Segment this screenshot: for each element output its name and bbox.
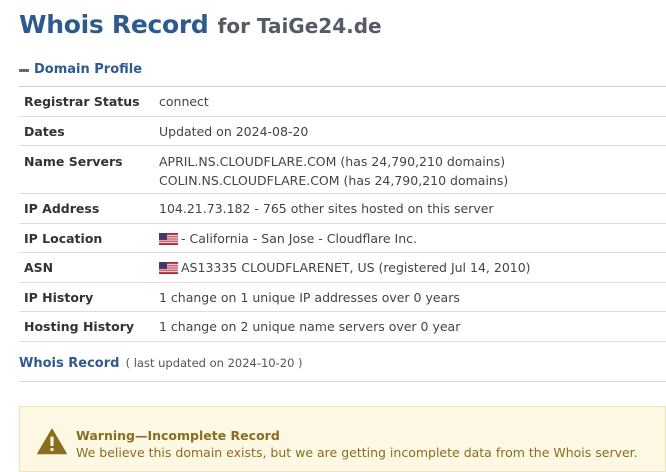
ip-location-text: - California - San Jose - Cloudflare Inc… [181,231,418,246]
page-title-domain: for TaiGe24.de [217,14,382,38]
row-value: 1 change on 2 unique name servers over 0… [159,317,460,341]
row-value: APRIL.NS.CLOUDFLARE.COM (has 24,790,210 … [159,152,508,193]
row-value-line: Updated on 2024-08-20 [159,124,309,139]
row-label: IP History [24,290,94,305]
warning-triangle-icon [37,428,67,455]
row-value-line: connect [159,94,209,109]
row-label: IP Location [24,231,103,246]
domain-profile-table: Registrar Status connect Dates Updated o… [19,86,666,342]
row-value: connect [159,92,209,116]
row-value: Updated on 2024-08-20 [159,122,308,145]
us-flag-icon [159,232,178,245]
incomplete-record-warning: Warning—Incomplete Record We believe thi… [19,406,666,472]
warning-text: Warning—Incomplete Record We believe thi… [76,427,638,461]
domain-profile-toggle[interactable]: Domain Profile [19,62,142,77]
asn-text: AS13335 CLOUDFLARENET, US (registered Ju… [181,260,531,275]
row-value: AS13335 CLOUDFLARENET, US (registered Ju… [159,258,531,282]
row-value-line: AS13335 CLOUDFLARENET, US (registered Ju… [159,258,531,277]
domain-profile-title: Domain Profile [34,62,143,77]
row-label: IP Address [24,201,100,216]
table-row: IP History 1 change on 1 unique IP addre… [19,283,666,312]
divider [19,381,666,382]
table-row: Hosting History 1 change on 2 unique nam… [19,312,666,342]
ip-history-link[interactable]: 1 change on 1 unique IP addresses over 0… [159,288,460,307]
whois-record-title: Whois Record [19,356,120,371]
row-label: Name Servers [24,154,123,169]
warning-title: Warning—Incomplete Record [76,428,280,443]
name-server-link[interactable]: COLIN.NS.CLOUDFLARE.COM (has 24,790,210 … [159,171,508,190]
table-row: IP Address 104.21.73.182 - 765 other sit… [19,194,666,224]
row-label: Dates [24,124,65,139]
ip-address-link[interactable]: 104.21.73.182 - 765 other sites hosted o… [159,199,494,218]
hosting-history-link[interactable]: 1 change on 2 unique name servers over 0… [159,317,460,336]
page-title: Whois Record for TaiGe24.de [19,10,382,39]
row-label: Registrar Status [24,94,140,109]
collapse-icon[interactable] [19,68,29,72]
warning-message: We believe this domain exists, but we ar… [76,445,638,460]
row-label: Hosting History [24,319,135,334]
table-row: Registrar Status connect [19,87,666,117]
table-row: Name Servers APRIL.NS.CLOUDFLARE.COM (ha… [19,146,666,194]
row-value: 1 change on 1 unique IP addresses over 0… [159,288,460,311]
row-label: ASN [24,260,54,275]
us-flag-icon [159,261,178,274]
page-title-main: Whois Record [19,10,209,39]
row-value-line: - California - San Jose - Cloudflare Inc… [159,229,417,248]
whois-record-heading: Whois Record ( last updated on 2024-10-2… [19,356,303,371]
row-value: 104.21.73.182 - 765 other sites hosted o… [159,199,494,223]
name-server-link[interactable]: APRIL.NS.CLOUDFLARE.COM (has 24,790,210 … [159,152,508,171]
table-row: Dates Updated on 2024-08-20 [19,117,666,146]
table-row: ASN AS13335 CLOUDFLARENET, US (registere… [19,253,666,283]
table-row: IP Location - California - San Jose - Cl… [19,224,666,253]
row-value: - California - San Jose - Cloudflare Inc… [159,229,417,252]
last-updated-text: ( last updated on 2024-10-20 ) [125,356,303,370]
